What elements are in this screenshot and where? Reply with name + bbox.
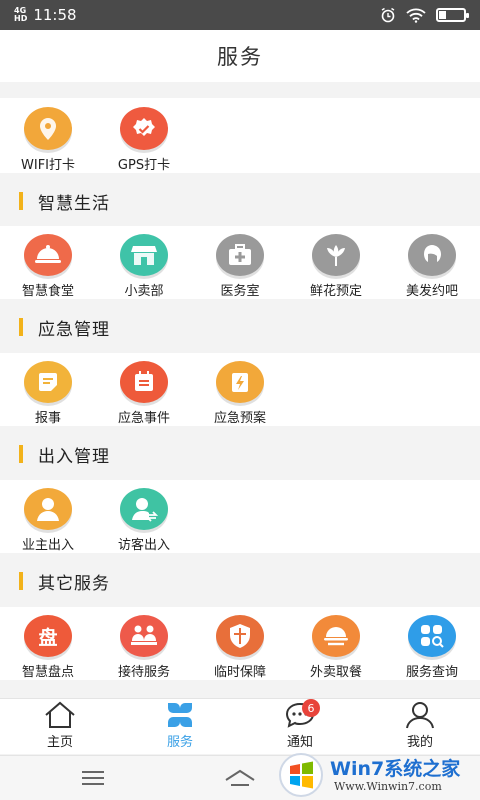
access-card: 业主出入 访客出入 [0, 480, 480, 553]
alarm-icon [381, 7, 395, 23]
flower-booking-button[interactable]: 鲜花预定 [288, 234, 384, 299]
watermark-logo-text: Win7系统之家 [330, 758, 461, 780]
section-accent-bar [19, 318, 23, 336]
cloche-icon [24, 234, 72, 276]
emergency-event-button[interactable]: 应急事件 [96, 361, 192, 426]
calendar-alert-icon [120, 361, 168, 403]
temporary-support-button[interactable]: 临时保障 [192, 615, 288, 680]
wifi-icon [406, 8, 426, 23]
medical-kit-icon [216, 234, 264, 276]
section-accent-bar [19, 572, 23, 590]
search-grid-icon [408, 615, 456, 657]
network-indicator: 4G HD [14, 6, 28, 23]
owner-access-button[interactable]: 业主出入 [0, 488, 96, 553]
status-time: 11:58 [33, 6, 77, 24]
clinic-button[interactable]: 医务室 [192, 234, 288, 299]
inventory-icon: 盘 [24, 615, 72, 657]
services-grid-icon [168, 703, 192, 727]
report-button[interactable]: 报事 [0, 361, 96, 426]
tab-home[interactable]: 主页 [0, 699, 120, 754]
smart-inventory-button[interactable]: 盘 智慧盘点 [0, 615, 96, 680]
visitor-user-icon [120, 488, 168, 530]
section-accent-bar [19, 192, 23, 210]
gps-clock-in-button[interactable]: GPS打卡 [96, 107, 192, 173]
section-header-emergency: 应急管理 [0, 304, 480, 350]
shield-icon [216, 615, 264, 657]
watermark-url: Www.Winwin7.com [334, 780, 442, 793]
tab-profile[interactable]: 我的 [360, 699, 480, 754]
section-header-smart-life: 智慧生活 [0, 178, 480, 224]
smart-life-card: 智慧食堂 小卖部 医务室 鲜花预定 美发约吧 [0, 226, 480, 299]
menu-icon[interactable] [81, 770, 105, 786]
reception-icon [120, 615, 168, 657]
page-title: 服务 [0, 30, 480, 82]
check-badge-icon [120, 107, 168, 150]
hair-salon-button[interactable]: 美发约吧 [384, 234, 480, 299]
watermark-logo-icon [279, 753, 323, 797]
battery-icon [436, 8, 469, 22]
location-pin-icon [24, 107, 72, 150]
smart-canteen-button[interactable]: 智慧食堂 [0, 234, 96, 299]
notification-badge: 6 [302, 699, 320, 717]
section-header-access: 出入管理 [0, 431, 480, 477]
watermark: Win7系统之家 Www.Winwin7.com [278, 752, 474, 798]
takeout-pickup-button[interactable]: 外卖取餐 [288, 615, 384, 680]
profile-icon [406, 702, 434, 729]
lightning-doc-icon [216, 361, 264, 403]
emergency-plan-button[interactable]: 应急预案 [192, 361, 288, 426]
hair-salon-icon [408, 234, 456, 276]
home-icon [45, 701, 75, 728]
convenience-store-button[interactable]: 小卖部 [96, 234, 192, 299]
section-header-other: 其它服务 [0, 558, 480, 604]
takeout-icon [312, 615, 360, 657]
wifi-clock-in-button[interactable]: WIFI打卡 [0, 107, 96, 173]
tab-notifications[interactable]: 通知 [240, 699, 360, 754]
status-bar: 4G HD 11:58 [0, 0, 480, 30]
emergency-card: 报事 应急事件 应急预案 [0, 353, 480, 426]
tab-services[interactable]: 服务 [120, 699, 240, 754]
store-icon [120, 234, 168, 276]
owner-user-icon [24, 488, 72, 530]
bottom-tab-bar: 主页 服务 通知 我的 6 [0, 698, 480, 754]
home-nav-icon[interactable] [224, 768, 256, 788]
clock-in-card: WIFI打卡 GPS打卡 [0, 98, 480, 173]
reception-service-button[interactable]: 接待服务 [96, 615, 192, 680]
section-accent-bar [19, 445, 23, 463]
service-inquiry-button[interactable]: 服务查询 [384, 615, 480, 680]
visitor-access-button[interactable]: 访客出入 [96, 488, 192, 553]
report-icon [24, 361, 72, 403]
flower-icon [312, 234, 360, 276]
other-services-card: 盘 智慧盘点 接待服务 临时保障 外卖取餐 服务查询 [0, 607, 480, 680]
